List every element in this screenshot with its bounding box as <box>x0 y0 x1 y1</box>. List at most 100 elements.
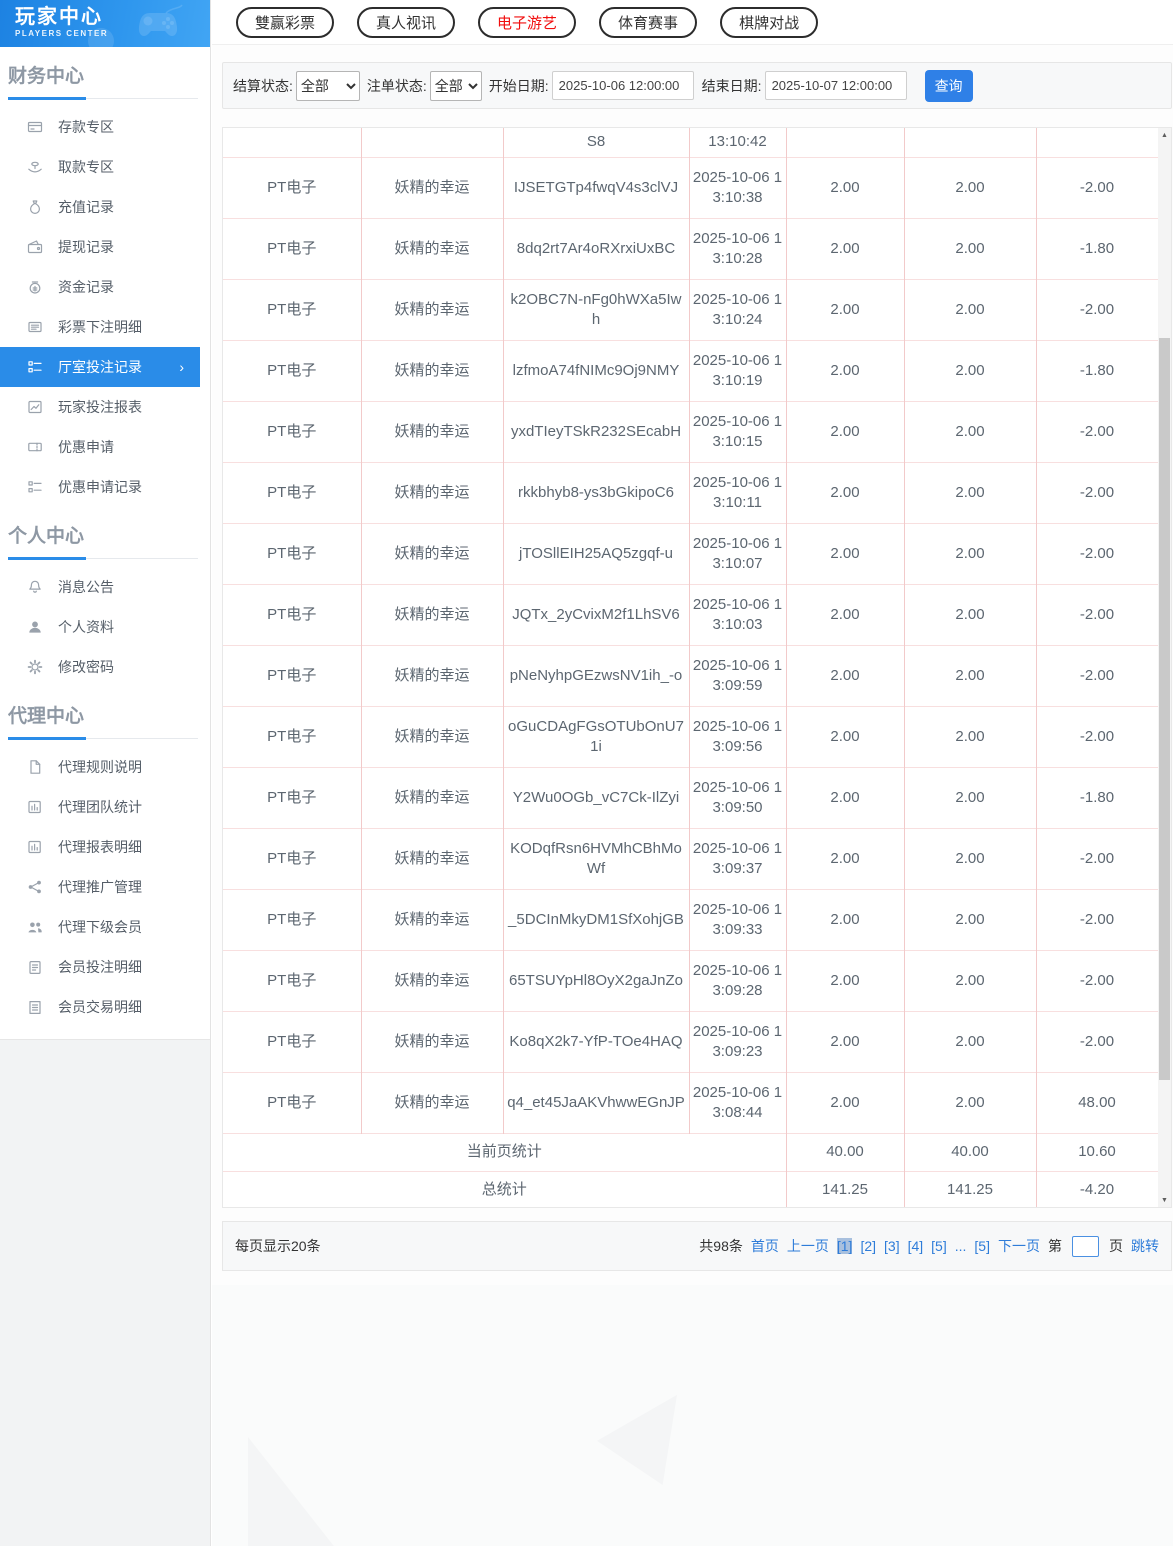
provider-cell: PT电子 <box>223 1010 362 1072</box>
sidebar-item-label: 会员投注明细 <box>58 959 142 975</box>
jump-page-input[interactable] <box>1072 1235 1099 1257</box>
valid-bet-cell <box>904 128 1037 157</box>
sidebar-item-存款专区[interactable]: 存款专区 <box>0 107 210 147</box>
game-cell: 妖精的幸运 <box>361 888 504 950</box>
table-row: PT电子 妖精的幸运 k2OBC7N-nFg0hWXa5Iwh 2025-10-06 … <box>223 278 1159 340</box>
page-link-[1][interactable]: [1] <box>836 1238 853 1254</box>
provider-cell: PT电子 <box>223 217 362 279</box>
sidebar-item-代理推广管理[interactable]: 代理推广管理 <box>0 867 210 907</box>
page-link-[3][interactable]: [3] <box>884 1238 900 1254</box>
summary-row: 总统计 141.25 141.25 -4.20 <box>223 1170 1159 1207</box>
page-link-[5][interactable]: [5] <box>931 1238 947 1254</box>
order-id-cell: jTOSllEIH25AQ5zgqf-u <box>503 522 690 584</box>
sidebar-item-会员交易明细[interactable]: 会员交易明细 <box>0 987 210 1027</box>
end-date-label: 结束日期: <box>701 77 762 94</box>
vertical-scrollbar[interactable]: ▲ ▼ <box>1158 128 1171 1207</box>
table-row: PT电子 妖精的幸运 65TSUYpHl8OyX2gaJnZo 2025-10-06 … <box>223 949 1159 1011</box>
scroll-down-icon[interactable]: ▼ <box>1158 1193 1171 1207</box>
valid-bet-cell: 2.00 <box>904 1071 1037 1133</box>
sidebar-item-代理团队统计[interactable]: 代理团队统计 <box>0 787 210 827</box>
clipboard2-icon <box>27 999 43 1015</box>
jump-button[interactable]: 跳转 <box>1131 1236 1159 1256</box>
query-button[interactable]: 查询 <box>924 69 973 102</box>
provider-cell: PT电子 <box>223 644 362 706</box>
users-icon <box>27 919 43 935</box>
page-links: [1] [2] [3] [4] [5]... [5] <box>836 1238 990 1254</box>
settle-status-label: 结算状态: <box>233 77 293 94</box>
game-cell: 妖精的幸运 <box>361 949 504 1011</box>
provider-cell <box>223 128 362 157</box>
table-row: PT电子 妖精的幸运 yxdTIeyTSkR232SEcabH 2025-10-06 … <box>223 400 1159 462</box>
sidebar-item-消息公告[interactable]: 消息公告 <box>0 567 210 607</box>
sidebar-item-资金记录[interactable]: 资金记录 <box>0 267 210 307</box>
winloss-cell: -2.00 <box>1036 583 1159 645</box>
sidebar-item-修改密码[interactable]: 修改密码 <box>0 647 210 687</box>
time-cell: 2025-10-06 13:10:07 <box>689 522 787 584</box>
sidebar-item-优惠申请[interactable]: 优惠申请 <box>0 427 210 467</box>
sidebar-item-充值记录[interactable]: 充值记录 <box>0 187 210 227</box>
sidebar-item-label: 玩家投注报表 <box>58 399 142 415</box>
provider-cell: PT电子 <box>223 888 362 950</box>
tab-棋牌对战[interactable]: 棋牌对战 <box>720 6 819 38</box>
winloss-cell: -2.00 <box>1036 461 1159 523</box>
sidebar-item-彩票下注明细[interactable]: 彩票下注明细 <box>0 307 210 347</box>
sidebar-item-代理报表明细[interactable]: 代理报表明细 <box>0 827 210 867</box>
valid-bet-cell: 2.00 <box>904 888 1037 950</box>
deposit-card-icon <box>27 119 43 135</box>
sidebar-item-优惠申请记录[interactable]: 优惠申请记录 <box>0 467 210 507</box>
winloss-cell: 48.00 <box>1036 1071 1159 1133</box>
sidebar-item-厅室投注记录[interactable]: 厅室投注记录 › <box>0 347 200 387</box>
sidebar-item-label: 提现记录 <box>58 239 114 255</box>
time-cell: 2025-10-06 13:09:50 <box>689 766 787 828</box>
page-link-[5][interactable]: [5] <box>974 1238 990 1254</box>
page-link-[4][interactable]: [4] <box>908 1238 924 1254</box>
decor-triangle <box>597 1394 677 1485</box>
sidebar-item-取款专区[interactable]: 取款专区 <box>0 147 210 187</box>
sidebar-item-代理下级会员[interactable]: 代理下级会员 <box>0 907 210 947</box>
valid-bet-cell: 2.00 <box>904 1010 1037 1072</box>
sidebar-item-label: 资金记录 <box>58 279 114 295</box>
tab-真人视讯[interactable]: 真人视讯 <box>357 6 456 38</box>
sidebar-item-个人资料[interactable]: 个人资料 <box>0 607 210 647</box>
page-link-[2][interactable]: [2] <box>860 1238 876 1254</box>
table-row: PT电子 妖精的幸运 8dq2rt7Ar4oRXrxiUxBC 2025-10-06 … <box>223 217 1159 279</box>
order-status-select[interactable]: 全部 <box>429 70 482 101</box>
sidebar-item-玩家投注报表[interactable]: 玩家投注报表 <box>0 387 210 427</box>
winloss-cell: -2.00 <box>1036 827 1159 889</box>
sidebar-item-label: 厅室投注记录 <box>58 359 142 375</box>
scrollbar-thumb[interactable] <box>1159 338 1170 1080</box>
table-row: PT电子 妖精的幸运 rkkbhyb8-ys3bGkipoC6 2025-10-06 … <box>223 461 1159 523</box>
scroll-up-icon[interactable]: ▲ <box>1158 128 1171 142</box>
order-status-label: 注单状态: <box>366 77 427 94</box>
tab-电子游艺[interactable]: 电子游艺 <box>478 6 577 38</box>
game-cell: 妖精的幸运 <box>361 583 504 645</box>
prev-page-link[interactable]: 上一页 <box>787 1236 829 1256</box>
winloss-cell: -2.00 <box>1036 522 1159 584</box>
tab-体育赛事[interactable]: 体育赛事 <box>599 6 698 38</box>
app-logo: 玩家中心 PLAYERS CENTER <box>0 0 210 47</box>
summary-bet-cell: 141.25 <box>786 1170 905 1207</box>
table-row: PT电子 妖精的幸运 JQTx_2yCvixM2f1LhSV6 2025-10-06 … <box>223 583 1159 645</box>
start-date-input[interactable] <box>551 71 694 100</box>
sidebar-item-代理规则说明[interactable]: 代理规则说明 <box>0 747 210 787</box>
order-id-cell: k2OBC7N-nFg0hWXa5Iwh <box>503 278 690 340</box>
table-row: PT电子 妖精的幸运 Y2Wu0OGb_vC7Ck-IlZyi 2025-10-06 … <box>223 766 1159 828</box>
winloss-cell: -2.00 <box>1036 705 1159 767</box>
bet-cell: 2.00 <box>786 156 905 218</box>
bet-cell: 2.00 <box>786 278 905 340</box>
sidebar-item-会员投注明细[interactable]: 会员投注明细 <box>0 947 210 987</box>
page-link-...[interactable]: ... <box>955 1238 967 1254</box>
valid-bet-cell: 2.00 <box>904 461 1037 523</box>
time-cell: 2025-10-06 13:08:44 <box>689 1071 787 1133</box>
first-page-link[interactable]: 首页 <box>751 1236 779 1256</box>
sidebar-item-提现记录[interactable]: 提现记录 <box>0 227 210 267</box>
tab-雙赢彩票[interactable]: 雙赢彩票 <box>236 6 335 38</box>
order-id-cell: IJSETGTp4fwqV4s3clVJ <box>503 156 690 218</box>
game-cell: 妖精的幸运 <box>361 705 504 767</box>
summary-valid-cell: 141.25 <box>904 1170 1037 1207</box>
end-date-input[interactable] <box>764 71 907 100</box>
next-page-link[interactable]: 下一页 <box>998 1236 1040 1256</box>
order-id-cell: 65TSUYpHl8OyX2gaJnZo <box>503 949 690 1011</box>
summary-winloss-cell: 10.60 <box>1036 1132 1159 1171</box>
settle-status-select[interactable]: 全部 <box>295 70 360 101</box>
